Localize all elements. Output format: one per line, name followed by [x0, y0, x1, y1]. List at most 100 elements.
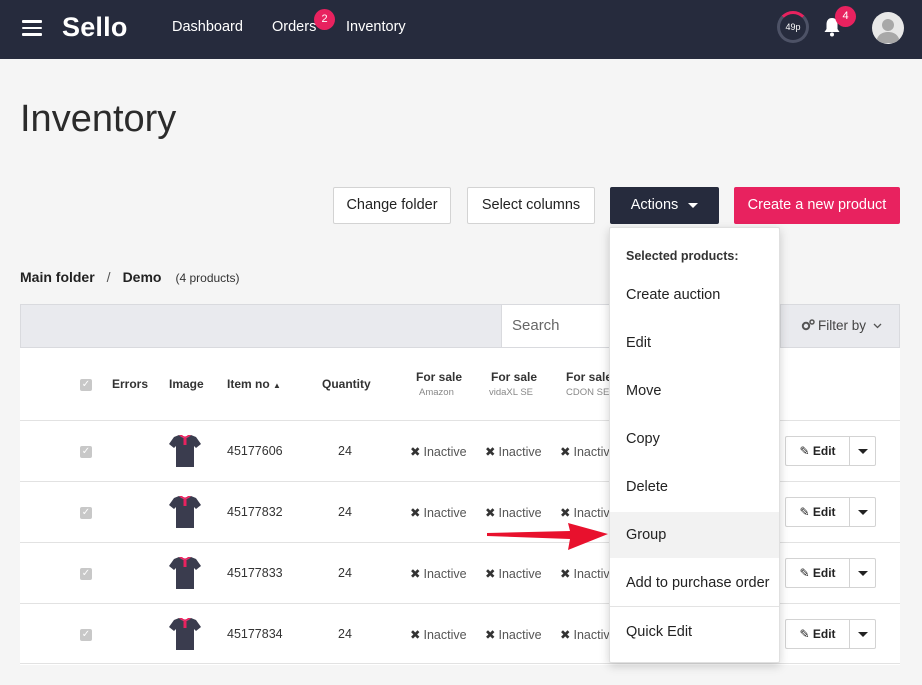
breadcrumb: Main folder / Demo (4 products): [20, 269, 240, 285]
edit-dropdown-toggle[interactable]: [858, 632, 868, 637]
nav-inventory[interactable]: Inventory: [346, 19, 406, 35]
col-image: Image: [169, 377, 204, 391]
x-icon: ✖: [410, 445, 421, 459]
x-icon: ✖: [560, 567, 571, 581]
select-all-checkbox[interactable]: ✓: [80, 379, 92, 391]
x-icon: ✖: [485, 567, 496, 581]
vidaxl-status: ✖ Inactive: [485, 627, 542, 642]
amazon-status: ✖ Inactive: [410, 444, 467, 459]
edit-button-group: ✎ Edit: [785, 619, 876, 649]
user-avatar-icon: [876, 19, 900, 43]
amazon-status-label: Inactive: [423, 506, 467, 520]
quantity: 24: [338, 444, 352, 458]
top-navbar: Sello Dashboard Orders 2 Inventory 49p 4: [0, 0, 922, 59]
item-no: 45177606: [227, 444, 283, 458]
select-columns-button[interactable]: Select columns: [467, 187, 595, 224]
tshirt-image: [169, 496, 201, 528]
edit-button[interactable]: ✎ Edit: [786, 620, 850, 648]
edit-button-group: ✎ Edit: [785, 558, 876, 588]
col-for-sale-vidaxl: For sale vidaXL SE: [489, 370, 538, 398]
breadcrumb-root[interactable]: Main folder: [20, 269, 95, 285]
col-amazon-sub: Amazon: [419, 387, 454, 398]
menu-item-copy[interactable]: Copy: [610, 417, 779, 461]
x-icon: ✖: [560, 506, 571, 520]
menu-item-edit[interactable]: Edit: [610, 321, 779, 365]
edit-button-group: ✎ Edit: [785, 436, 876, 466]
edit-dropdown-toggle[interactable]: [858, 571, 868, 576]
menu-item-add-to-purchase-order[interactable]: Add to purchase order: [610, 561, 779, 605]
quantity: 24: [338, 505, 352, 519]
dropdown-header: Selected products:: [626, 249, 739, 263]
x-icon: ✖: [485, 628, 496, 642]
amazon-status-label: Inactive: [423, 567, 467, 581]
actions-button-label: Actions: [630, 197, 679, 213]
col-item-no[interactable]: Item no ▲: [227, 377, 281, 391]
col-cdon-sub: CDON SE: [566, 387, 610, 398]
col-vidaxl-sub: vidaXL SE: [489, 387, 534, 398]
gears-icon: [801, 319, 815, 331]
pencil-icon: ✎: [799, 444, 810, 458]
breadcrumb-current[interactable]: Demo: [123, 269, 162, 285]
col-for-sale-cdon: For sale CDON SE: [566, 370, 612, 398]
x-icon: ✖: [410, 506, 421, 520]
progress-indicator[interactable]: 49p: [777, 11, 809, 43]
menu-item-quick-edit[interactable]: Quick Edit: [610, 610, 779, 654]
edit-button[interactable]: ✎ Edit: [786, 498, 850, 526]
quantity: 24: [338, 627, 352, 641]
x-icon: ✖: [410, 628, 421, 642]
vidaxl-status: ✖ Inactive: [485, 566, 542, 581]
item-no: 45177832: [227, 505, 283, 519]
quantity: 24: [338, 566, 352, 580]
col-for-sale-label: For sale: [566, 370, 613, 384]
row-checkbox[interactable]: ✓: [80, 629, 92, 641]
product-count: (4 products): [175, 271, 240, 285]
amazon-status: ✖ Inactive: [410, 566, 467, 581]
actions-button[interactable]: Actions: [610, 187, 719, 224]
amazon-status-label: Inactive: [423, 628, 467, 642]
filter-by-button[interactable]: Filter by: [801, 318, 882, 333]
menu-item-delete[interactable]: Delete: [610, 465, 779, 509]
pencil-icon: ✎: [799, 566, 810, 580]
vidaxl-status: ✖ Inactive: [485, 505, 542, 520]
menu-item-move[interactable]: Move: [610, 369, 779, 413]
tshirt-image: [169, 557, 201, 589]
tshirt-image: [169, 618, 201, 650]
col-for-sale-label: For sale: [491, 370, 538, 384]
pencil-icon: ✎: [799, 627, 810, 641]
nav-dashboard[interactable]: Dashboard: [172, 19, 243, 35]
filter-by-label: Filter by: [818, 318, 867, 333]
hamburger-menu-icon[interactable]: [22, 20, 42, 36]
row-checkbox[interactable]: ✓: [80, 446, 92, 458]
actions-dropdown: Selected products: Create auction Edit M…: [609, 227, 780, 663]
row-checkbox[interactable]: ✓: [80, 507, 92, 519]
change-folder-button[interactable]: Change folder: [333, 187, 451, 224]
vidaxl-status-label: Inactive: [498, 567, 542, 581]
edit-button-label: Edit: [812, 444, 836, 458]
red-arrow-annotation-icon: [487, 523, 608, 550]
vidaxl-status-label: Inactive: [498, 628, 542, 642]
amazon-status: ✖ Inactive: [410, 505, 467, 520]
edit-button-label: Edit: [812, 566, 836, 580]
item-no: 45177834: [227, 627, 283, 641]
x-icon: ✖: [485, 506, 496, 520]
edit-button[interactable]: ✎ Edit: [786, 437, 850, 465]
col-errors: Errors: [112, 377, 149, 391]
page-title: Inventory: [20, 98, 177, 140]
amazon-status-label: Inactive: [423, 445, 467, 459]
edit-dropdown-toggle[interactable]: [858, 449, 868, 454]
vidaxl-status: ✖ Inactive: [485, 444, 542, 459]
chevron-down-icon: [873, 323, 882, 329]
sello-logo[interactable]: Sello: [62, 12, 128, 43]
menu-item-group[interactable]: Group: [610, 512, 779, 558]
col-for-sale-label: For sale: [416, 370, 463, 384]
col-quantity: Quantity: [322, 377, 371, 391]
nav-orders[interactable]: Orders: [272, 19, 316, 35]
edit-button[interactable]: ✎ Edit: [786, 559, 850, 587]
user-avatar[interactable]: [872, 12, 904, 44]
create-product-button[interactable]: Create a new product: [734, 187, 900, 224]
sort-asc-icon: ▲: [273, 381, 281, 390]
edit-button-label: Edit: [812, 627, 836, 641]
edit-dropdown-toggle[interactable]: [858, 510, 868, 515]
menu-item-create-auction[interactable]: Create auction: [610, 273, 779, 317]
row-checkbox[interactable]: ✓: [80, 568, 92, 580]
